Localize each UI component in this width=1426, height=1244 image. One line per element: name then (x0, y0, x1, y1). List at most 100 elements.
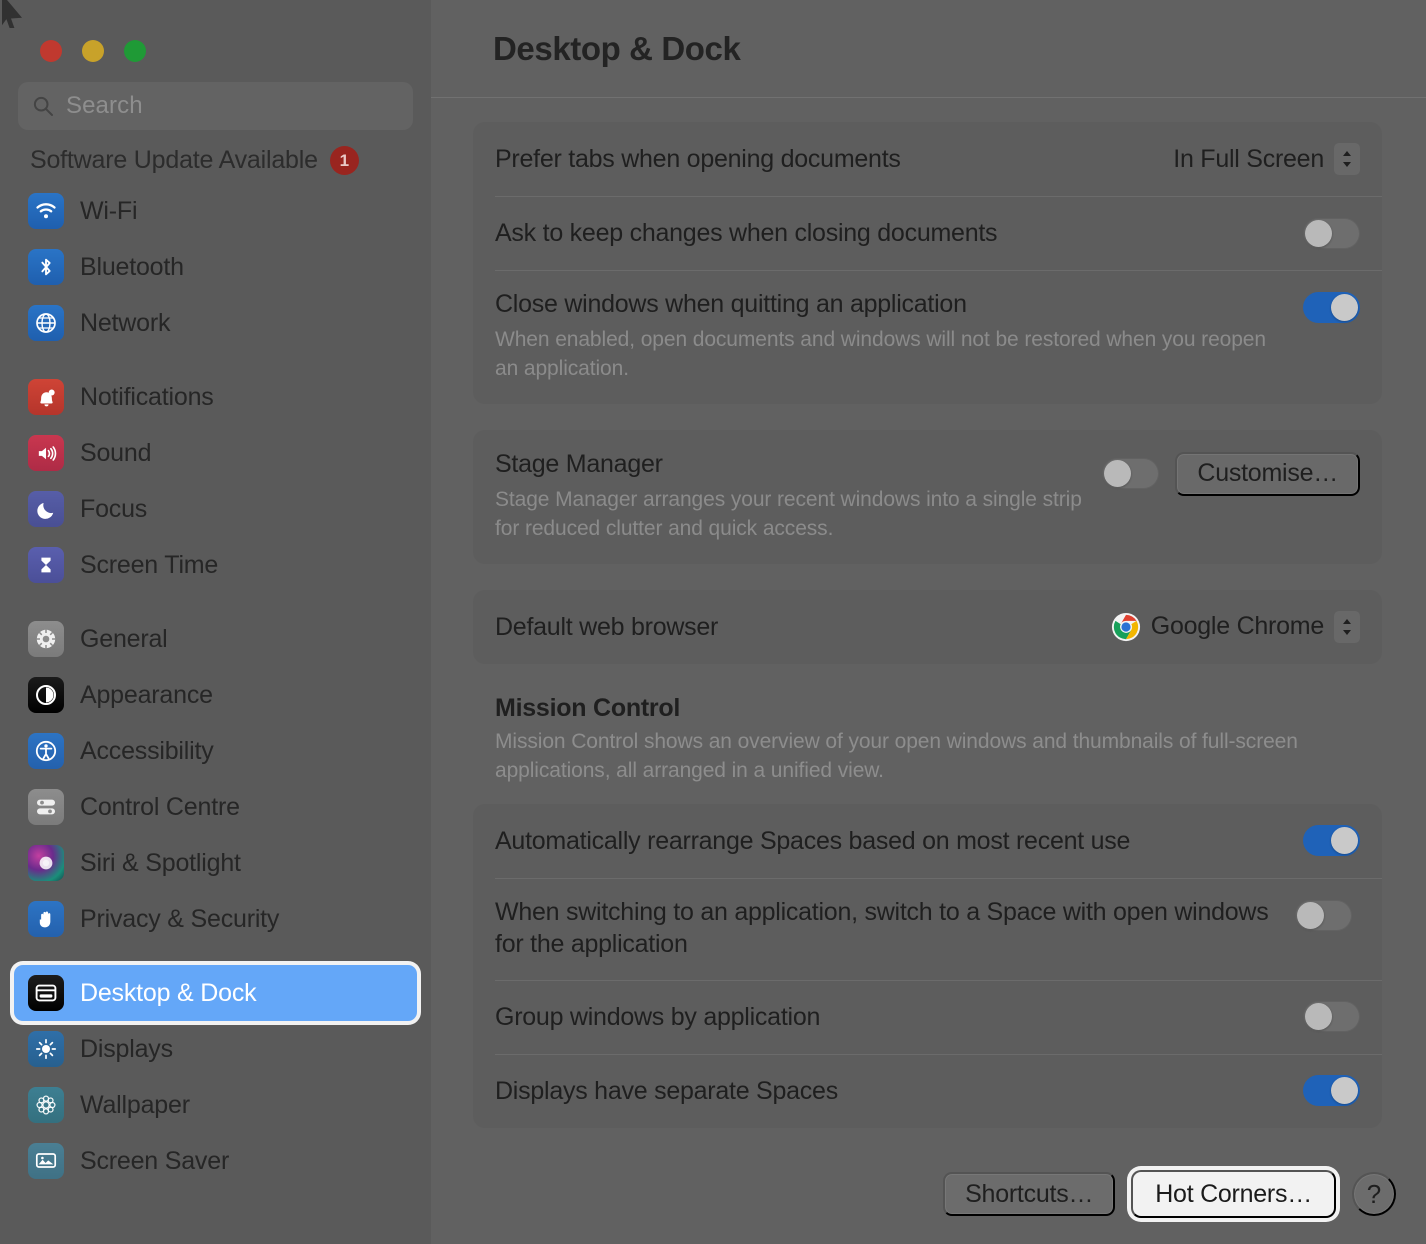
row-displays-separate-spaces[interactable]: Displays have separate Spaces (473, 1053, 1382, 1128)
sidebar-group-0: Wi-Fi Bluetooth Network (14, 183, 417, 351)
ask-keep-changes-toggle[interactable] (1303, 217, 1360, 249)
chevron-updown-icon (1334, 610, 1360, 643)
wallpaper-flower-icon (28, 1087, 64, 1123)
row-label: Stage Manager (495, 449, 663, 478)
sidebar-item-label: Wi-Fi (80, 196, 138, 225)
sidebar-item-label: Notifications (80, 382, 214, 411)
sidebar-item-label: Screen Saver (80, 1146, 230, 1175)
auto-rearrange-spaces-toggle[interactable] (1303, 825, 1360, 857)
prefer-tabs-popup-button[interactable]: In Full Screen (1173, 143, 1360, 175)
row-description: When enabled, open documents and windows… (495, 328, 1266, 380)
sidebar-group-3: Desktop & Dock Displays Wallpaper Screen Sa… (14, 965, 417, 1189)
section-title: Mission Control (495, 693, 681, 722)
displays-separate-spaces-toggle[interactable] (1303, 1075, 1360, 1107)
search-icon (32, 95, 54, 117)
sidebar-item-label: Control Centre (80, 792, 240, 821)
row-ask-keep-changes[interactable]: Ask to keep changes when closing documen… (473, 196, 1382, 270)
appearance-contrast-icon (28, 677, 64, 713)
siri-orb-icon (28, 845, 64, 881)
screen-saver-icon (28, 1143, 64, 1179)
row-default-web-browser[interactable]: Default web browser Google Chrome (473, 590, 1382, 664)
sidebar-item-label: Accessibility (80, 736, 214, 765)
software-update-row[interactable]: Software Update Available 1 (0, 130, 431, 183)
mission-control-section-header: Mission Control Mission Control shows an… (473, 690, 1382, 804)
row-label: Close windows when quitting an applicati… (495, 290, 967, 318)
sidebar-item-siri-spotlight[interactable]: Siri & Spotlight (14, 835, 417, 891)
popup-value: Google Chrome (1150, 612, 1324, 641)
sidebar-item-label: Siri & Spotlight (80, 848, 241, 877)
shortcuts-button[interactable]: Shortcuts… (943, 1172, 1116, 1216)
system-settings-window: Search Software Update Available 1 Wi-Fi… (0, 0, 1426, 1244)
settings-content: Prefer tabs when opening documents In Fu… (431, 98, 1426, 1244)
hand-icon (28, 901, 64, 937)
gear-icon (28, 621, 64, 657)
row-switch-to-space[interactable]: When switching to an application, switch… (473, 877, 1382, 980)
bell-icon (28, 379, 64, 415)
bluetooth-icon (28, 249, 64, 285)
sidebar-item-label: Sound (80, 438, 152, 467)
toggle-knob (1104, 460, 1132, 488)
toggle-knob (1297, 901, 1324, 929)
row-label: Prefer tabs when opening documents (495, 145, 901, 173)
page-title: Desktop & Dock (493, 29, 741, 67)
sidebar-item-bluetooth[interactable]: Bluetooth (14, 239, 417, 295)
zoom-button[interactable] (124, 40, 146, 62)
row-group-windows[interactable]: Group windows by application (473, 979, 1382, 1054)
stage-manager-toggle[interactable] (1102, 458, 1160, 490)
sidebar-item-privacy-security[interactable]: Privacy & Security (14, 891, 417, 947)
mission-control-card: Automatically rearrange Spaces based on … (473, 803, 1382, 1128)
close-button[interactable] (40, 40, 62, 62)
row-stage-manager[interactable]: Stage Manager Stage Manager arranges you… (473, 430, 1382, 564)
sidebar-item-label: General (80, 624, 168, 653)
row-label: Displays have separate Spaces (495, 1076, 838, 1105)
sidebar-item-appearance[interactable]: Appearance (14, 667, 417, 723)
control-centre-icon (28, 789, 64, 825)
hot-corners-button[interactable]: Hot Corners… (1131, 1170, 1336, 1218)
default-browser-popup-button[interactable]: Google Chrome (1111, 610, 1360, 643)
row-label: Group windows by application (495, 1002, 821, 1031)
sidebar-item-displays[interactable]: Displays (14, 1021, 417, 1077)
sidebar-item-accessibility[interactable]: Accessibility (14, 723, 417, 779)
speaker-icon (28, 435, 64, 471)
sidebar-item-label: Appearance (80, 680, 213, 709)
close-windows-quitting-toggle[interactable] (1303, 292, 1360, 323)
row-prefer-tabs[interactable]: Prefer tabs when opening documents In Fu… (473, 122, 1382, 196)
search-placeholder: Search (66, 92, 143, 119)
group-windows-toggle[interactable] (1303, 1001, 1360, 1033)
status-badge: 1 (329, 146, 359, 175)
sidebar-nav: Wi-Fi Bluetooth Network Notifications Sound F… (0, 183, 431, 1189)
sidebar-item-label: Desktop & Dock (80, 978, 257, 1007)
toggle-knob (1331, 1077, 1358, 1105)
sidebar-item-label: Privacy & Security (80, 904, 280, 933)
main-panel: Desktop & Dock Prefer tabs when opening … (431, 0, 1426, 1244)
desktop-dock-icon (28, 975, 64, 1011)
sidebar-group-1: Notifications Sound Focus Screen Time (14, 369, 417, 593)
switch-to-space-toggle[interactable] (1295, 899, 1352, 931)
minimise-button[interactable] (82, 40, 104, 62)
hourglass-icon (28, 547, 64, 583)
software-update-label: Software Update Available (30, 146, 318, 174)
toggle-knob (1305, 219, 1332, 247)
search-input[interactable]: Search (18, 82, 413, 130)
network-globe-icon (28, 305, 64, 341)
sidebar: Search Software Update Available 1 Wi-Fi… (0, 0, 431, 1244)
sidebar-item-control-centre[interactable]: Control Centre (14, 779, 417, 835)
row-auto-rearrange-spaces[interactable]: Automatically rearrange Spaces based on … (473, 804, 1382, 878)
sidebar-item-general[interactable]: General (14, 611, 417, 667)
sidebar-item-network[interactable]: Network (14, 295, 417, 351)
sidebar-item-screen-time[interactable]: Screen Time (14, 537, 417, 593)
row-close-windows-quitting[interactable]: Close windows when quitting an applicati… (473, 270, 1382, 404)
sidebar-item-desktop-dock[interactable]: Desktop & Dock (14, 965, 417, 1021)
sidebar-item-screen-saver[interactable]: Screen Saver (14, 1133, 417, 1189)
sidebar-item-label: Bluetooth (80, 252, 184, 281)
toggle-knob (1305, 1003, 1332, 1031)
sidebar-item-wi-fi[interactable]: Wi-Fi (14, 183, 417, 239)
wifi-icon (28, 193, 64, 229)
help-button[interactable]: ? (1352, 1172, 1396, 1216)
sidebar-item-sound[interactable]: Sound (14, 425, 417, 481)
sidebar-item-focus[interactable]: Focus (14, 481, 417, 537)
sidebar-item-notifications[interactable]: Notifications (14, 369, 417, 425)
stage-manager-card: Stage Manager Stage Manager arranges you… (473, 429, 1382, 564)
customise-button[interactable]: Customise… (1175, 451, 1360, 496)
sidebar-item-wallpaper[interactable]: Wallpaper (14, 1077, 417, 1133)
